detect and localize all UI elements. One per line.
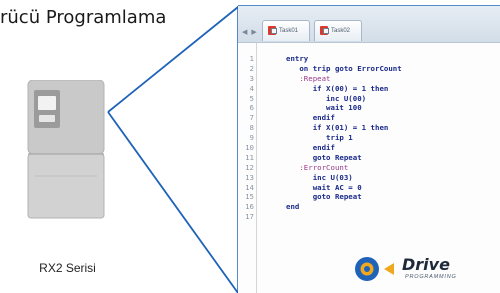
code-line[interactable]: 7 endif xyxy=(238,113,500,123)
line-number: 16 xyxy=(245,202,254,212)
logo-circle-core xyxy=(364,266,370,272)
code-text: trip 1 xyxy=(286,133,353,143)
code-text: if X(01) = 1 then xyxy=(286,123,389,133)
code-line[interactable]: 2 on trip goto ErrorCount xyxy=(238,64,500,74)
line-number: 9 xyxy=(249,133,254,143)
task-file-icon xyxy=(320,26,329,35)
device-label: RX2 Serisi xyxy=(39,261,96,275)
logo-word: Drive xyxy=(402,255,450,274)
code-text: wait AC = 0 xyxy=(286,182,362,192)
editor-tab-bar: ◀ ▶ Task01 Task02 xyxy=(238,6,500,43)
line-number: 8 xyxy=(249,123,254,133)
task-file-icon xyxy=(268,26,277,35)
code-text: :Repeat xyxy=(286,73,331,83)
code-line[interactable]: 4 if X(00) = 1 then xyxy=(238,84,500,94)
code-line[interactable]: 17 xyxy=(238,212,500,222)
line-number: 15 xyxy=(245,192,254,202)
code-text: endif xyxy=(286,113,335,123)
line-number: 17 xyxy=(245,212,254,222)
line-number: 6 xyxy=(249,103,254,113)
code-line[interactable]: 13 inc U(03) xyxy=(238,173,500,183)
editor-tab-1[interactable]: Task01 xyxy=(262,20,310,41)
code-text: entry xyxy=(286,54,309,63)
code-text: wait 100 xyxy=(286,103,362,113)
code-area[interactable]: 1 entry 2 on trip goto ErrorCount 3 :Repeat… xyxy=(238,54,500,222)
code-line[interactable]: 11 goto Repeat xyxy=(238,153,500,163)
code-text: on trip goto ErrorCount xyxy=(286,63,402,73)
line-number: 11 xyxy=(245,152,254,162)
logo-arrow xyxy=(384,263,394,275)
code-line[interactable]: 15 goto Repeat xyxy=(238,192,500,202)
device-display-screen xyxy=(38,96,56,110)
code-line[interactable]: 3 :Repeat xyxy=(238,74,500,84)
code-line[interactable]: 12 :ErrorCount xyxy=(238,163,500,173)
rx2-drive-device xyxy=(27,80,105,219)
code-line[interactable]: 1 entry xyxy=(238,54,500,64)
line-number: 7 xyxy=(249,113,254,123)
line-number: 10 xyxy=(245,143,254,153)
line-number: 13 xyxy=(245,172,254,182)
tab-scroll-arrows[interactable]: ◀ ▶ xyxy=(242,28,258,36)
logo-subtitle: PROGRAMMING xyxy=(405,274,457,280)
line-number: 3 xyxy=(249,73,254,83)
editor-tab-2[interactable]: Task02 xyxy=(314,20,362,41)
editor-tab-2-label: Task02 xyxy=(331,28,351,34)
code-text: :ErrorCount xyxy=(286,162,349,172)
code-text: inc U(00) xyxy=(286,93,367,103)
code-line[interactable]: 10 endif xyxy=(238,143,500,153)
code-line[interactable]: 16 end xyxy=(238,202,500,212)
code-text: endif xyxy=(286,143,335,153)
line-number: 1 xyxy=(249,54,254,63)
line-number: 4 xyxy=(249,83,254,93)
callout-line-top xyxy=(107,6,239,113)
code-line[interactable]: 5 inc U(00) xyxy=(238,94,500,104)
drive-programming-logo-icon xyxy=(355,257,394,281)
line-number: 2 xyxy=(249,63,254,73)
drive-programming-logo: Drive PROGRAMMING xyxy=(352,252,500,286)
editor-tab-1-label: Task01 xyxy=(279,28,299,34)
line-number: 5 xyxy=(249,93,254,103)
code-text: end xyxy=(286,202,300,212)
code-text: if X(00) = 1 then xyxy=(286,83,389,93)
code-line[interactable]: 8 if X(01) = 1 then xyxy=(238,123,500,133)
device-keypad-buttons xyxy=(39,115,55,122)
code-text: goto Repeat xyxy=(286,192,362,202)
device-lower-body xyxy=(27,153,105,219)
code-line[interactable]: 6 wait 100 xyxy=(238,103,500,113)
line-number: 14 xyxy=(245,182,254,192)
code-line[interactable]: 9 trip 1 xyxy=(238,133,500,143)
code-line[interactable]: 14 wait AC = 0 xyxy=(238,183,500,193)
code-text: inc U(03) xyxy=(286,172,353,182)
code-editor: ◀ ▶ Task01 Task02 1 entry 2 on trip goto E… xyxy=(238,6,500,293)
code-text: goto Repeat xyxy=(286,152,362,162)
line-number: 12 xyxy=(245,162,254,172)
